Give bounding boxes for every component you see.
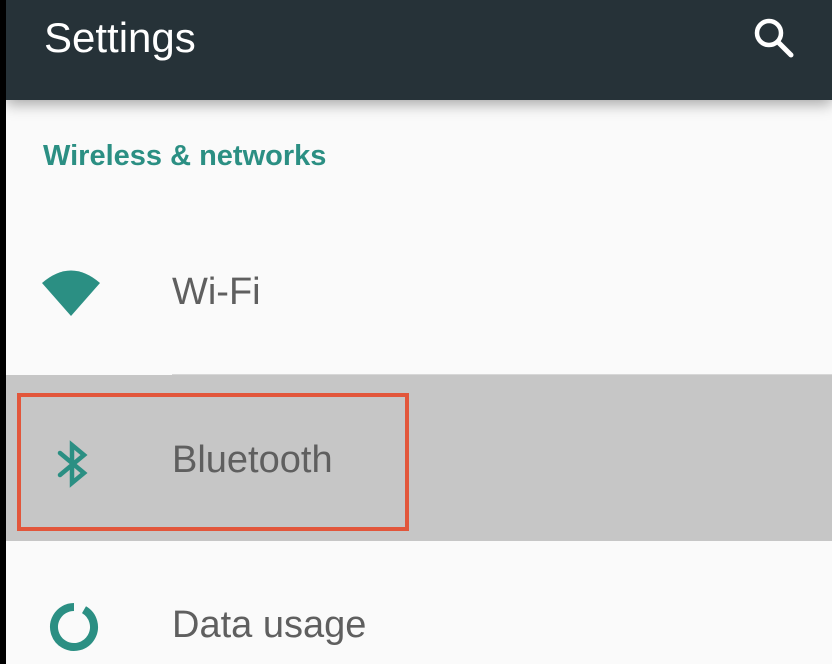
settings-item-wifi[interactable]: Wi-Fi bbox=[6, 210, 832, 375]
settings-item-data-usage[interactable]: Data usage bbox=[6, 541, 832, 664]
settings-item-label: Data usage bbox=[172, 604, 367, 646]
page-title: Settings bbox=[44, 14, 196, 61]
settings-item-label: Bluetooth bbox=[172, 439, 333, 481]
search-button[interactable] bbox=[746, 10, 802, 66]
settings-item-label: Wi-Fi bbox=[172, 271, 261, 313]
section-header-wireless: Wireless & networks bbox=[43, 140, 327, 172]
settings-screen: Settings Wireless & networks Wi-Fi Bluet… bbox=[6, 0, 832, 664]
app-toolbar: Settings bbox=[6, 0, 832, 100]
data-usage-icon bbox=[46, 599, 102, 655]
wifi-icon bbox=[40, 268, 102, 318]
search-icon bbox=[754, 18, 794, 58]
settings-item-bluetooth[interactable]: Bluetooth bbox=[6, 375, 832, 541]
bluetooth-icon bbox=[54, 439, 94, 489]
